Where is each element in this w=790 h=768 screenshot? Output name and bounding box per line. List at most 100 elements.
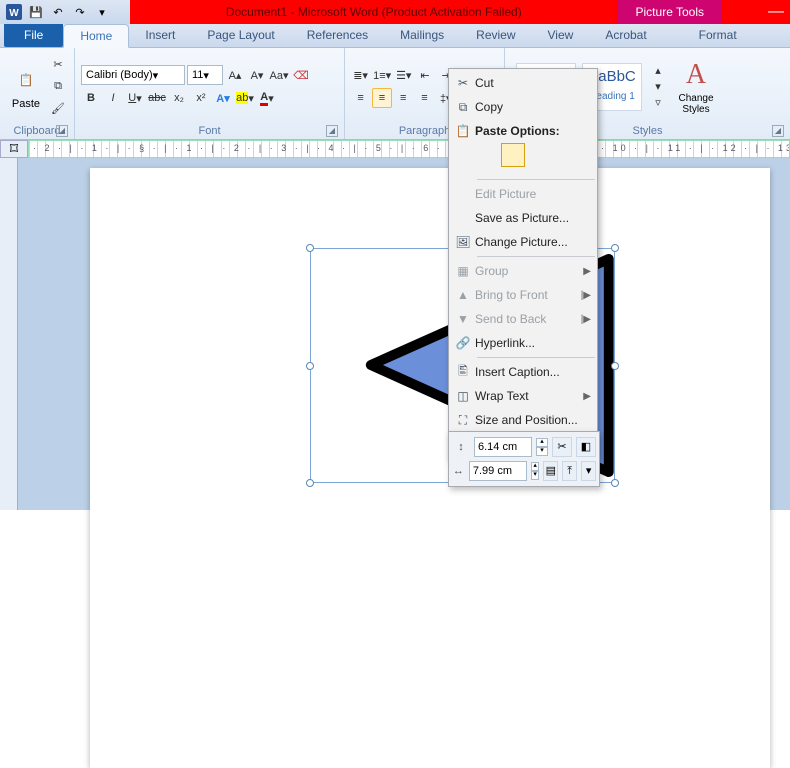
style-scroll-up[interactable]: ▴ [648, 63, 668, 78]
contextual-tab-title: Picture Tools [618, 0, 722, 24]
width-spin-down[interactable]: ▾ [531, 471, 540, 480]
format-painter-icon[interactable]: 🖌 [48, 99, 68, 119]
redo-icon[interactable]: ↷ [70, 2, 90, 22]
position-button[interactable]: ◧ [576, 437, 596, 457]
bring-forward-button[interactable]: ⤒ [562, 461, 577, 481]
font-color-icon[interactable]: A▾ [257, 88, 277, 108]
align-center-icon[interactable]: ≡ [372, 88, 391, 108]
superscript-button[interactable]: x² [191, 88, 211, 108]
style-gallery-expand[interactable]: ▿ [648, 95, 668, 110]
menu-bring-to-front: ▲Bring to Front|▶ [449, 283, 597, 307]
font-name-combo[interactable]: Calibri (Body) ▾ [81, 65, 185, 85]
bullets-icon[interactable]: ≣▾ [351, 65, 370, 85]
menu-hyperlink[interactable]: 🔗Hyperlink... [449, 331, 597, 355]
styles-dialog-launcher[interactable]: ◢ [772, 125, 784, 137]
submenu-arrow-icon: ▶ [583, 290, 591, 301]
clipboard-dialog-launcher[interactable]: ◢ [56, 125, 68, 137]
menu-copy[interactable]: ⧉Copy [449, 95, 597, 119]
tab-page-layout[interactable]: Page Layout [191, 24, 290, 47]
send-back-icon: ▼ [451, 312, 475, 326]
menu-wrap-text[interactable]: ◫Wrap Text▶ [449, 384, 597, 408]
menu-cut[interactable]: ✂Cut [449, 71, 597, 95]
word-app-icon[interactable]: W [4, 2, 24, 22]
window-title: Document1 - Microsoft Word (Product Acti… [130, 5, 618, 19]
paste-button[interactable]: 📋 Paste [6, 62, 46, 112]
copy-icon[interactable]: ⧉ [48, 77, 68, 97]
tab-references[interactable]: References [291, 24, 384, 47]
qat-customize-icon[interactable]: ▾ [92, 2, 112, 22]
resize-handle-e[interactable] [611, 362, 619, 370]
save-icon[interactable]: 💾 [26, 2, 46, 22]
mini-size-toolbar: ↕ ▴▾ ✂ ◧ ↔ ▴▾ ▤ ⤒ ▾ [448, 431, 600, 487]
tab-review[interactable]: Review [460, 24, 531, 47]
tab-acrobat[interactable]: Acrobat [589, 24, 662, 47]
group-label-font: Font◢ [81, 123, 338, 139]
paste-label: Paste [12, 98, 40, 110]
bring-front-icon: ▲ [451, 288, 475, 302]
strikethrough-button[interactable]: abc [147, 88, 167, 108]
paste-as-picture-icon [501, 143, 525, 167]
submenu-arrow-icon: ▶ [583, 314, 591, 325]
menu-save-as-picture[interactable]: Save as Picture... [449, 206, 597, 230]
height-icon: ↕ [452, 441, 470, 453]
resize-handle-se[interactable] [611, 479, 619, 487]
justify-icon[interactable]: ≡ [415, 88, 434, 108]
bold-button[interactable]: B [81, 88, 101, 108]
tab-insert[interactable]: Insert [129, 24, 191, 47]
font-size-combo[interactable]: 11 ▾ [187, 65, 223, 85]
group-icon: ▦ [451, 264, 475, 278]
width-input[interactable] [469, 461, 527, 481]
tab-view[interactable]: View [532, 24, 590, 47]
resize-handle-ne[interactable] [611, 244, 619, 252]
align-right-icon[interactable]: ≡ [394, 88, 413, 108]
ruler-corner[interactable]: ⌑ [0, 140, 28, 158]
cut-icon[interactable]: ✂ [48, 55, 68, 75]
menu-insert-caption[interactable]: 🖺Insert Caption... [449, 360, 597, 384]
group-label-clipboard: Clipboard◢ [6, 123, 68, 139]
svg-text:W: W [9, 8, 19, 19]
height-spin-up[interactable]: ▴ [536, 438, 548, 447]
menu-change-picture[interactable]: 🖼Change Picture... [449, 230, 597, 254]
numbering-icon[interactable]: 1≡▾ [372, 65, 392, 85]
tab-format[interactable]: Format [683, 24, 753, 47]
clear-formatting-icon[interactable]: ⌫ [291, 65, 311, 85]
menu-size-and-position[interactable]: ⛶Size and Position... [449, 408, 597, 432]
change-styles-button[interactable]: A Change Styles [670, 57, 722, 117]
tab-home[interactable]: Home [63, 24, 129, 48]
underline-button[interactable]: U▾ [125, 88, 145, 108]
grow-font-icon[interactable]: A▴ [225, 65, 245, 85]
text-effects-icon[interactable]: A▾ [213, 88, 233, 108]
more-button[interactable]: ▾ [581, 461, 596, 481]
undo-icon[interactable]: ↶ [48, 2, 68, 22]
font-dialog-launcher[interactable]: ◢ [326, 125, 338, 137]
menu-paste-option-picture[interactable] [449, 143, 597, 177]
paste-icon: 📋 [451, 124, 475, 138]
title-bar: Document1 - Microsoft Word (Product Acti… [130, 0, 790, 24]
style-scroll-down[interactable]: ▾ [648, 79, 668, 94]
change-case-icon[interactable]: Aa▾ [269, 65, 289, 85]
resize-handle-nw[interactable] [306, 244, 314, 252]
ribbon-tabs: File Home Insert Page Layout References … [0, 24, 790, 48]
tab-file[interactable]: File [4, 24, 63, 47]
resize-handle-sw[interactable] [306, 479, 314, 487]
vertical-ruler[interactable] [0, 158, 18, 510]
highlight-icon[interactable]: ab▾ [235, 88, 255, 108]
minimize-button[interactable]: — [762, 3, 790, 21]
shrink-font-icon[interactable]: A▾ [247, 65, 267, 85]
subscript-button[interactable]: x₂ [169, 88, 189, 108]
multilevel-list-icon[interactable]: ☰▾ [394, 65, 413, 85]
italic-button[interactable]: I [103, 88, 123, 108]
wrap-button[interactable]: ▤ [543, 461, 558, 481]
wrap-text-icon: ◫ [451, 389, 475, 403]
height-input[interactable] [474, 437, 532, 457]
page[interactable] [90, 168, 770, 768]
width-spin-up[interactable]: ▴ [531, 462, 540, 471]
crop-button[interactable]: ✂ [552, 437, 572, 457]
tab-mailings[interactable]: Mailings [384, 24, 460, 47]
align-left-icon[interactable]: ≡ [351, 88, 370, 108]
decrease-indent-icon[interactable]: ⇤ [415, 65, 434, 85]
horizontal-ruler[interactable]: · 2 · | · 1 · | · § · | · 1 · | · 2 · | … [28, 140, 790, 158]
change-styles-icon: A [680, 59, 712, 91]
resize-handle-w[interactable] [306, 362, 314, 370]
height-spin-down[interactable]: ▾ [536, 447, 548, 456]
